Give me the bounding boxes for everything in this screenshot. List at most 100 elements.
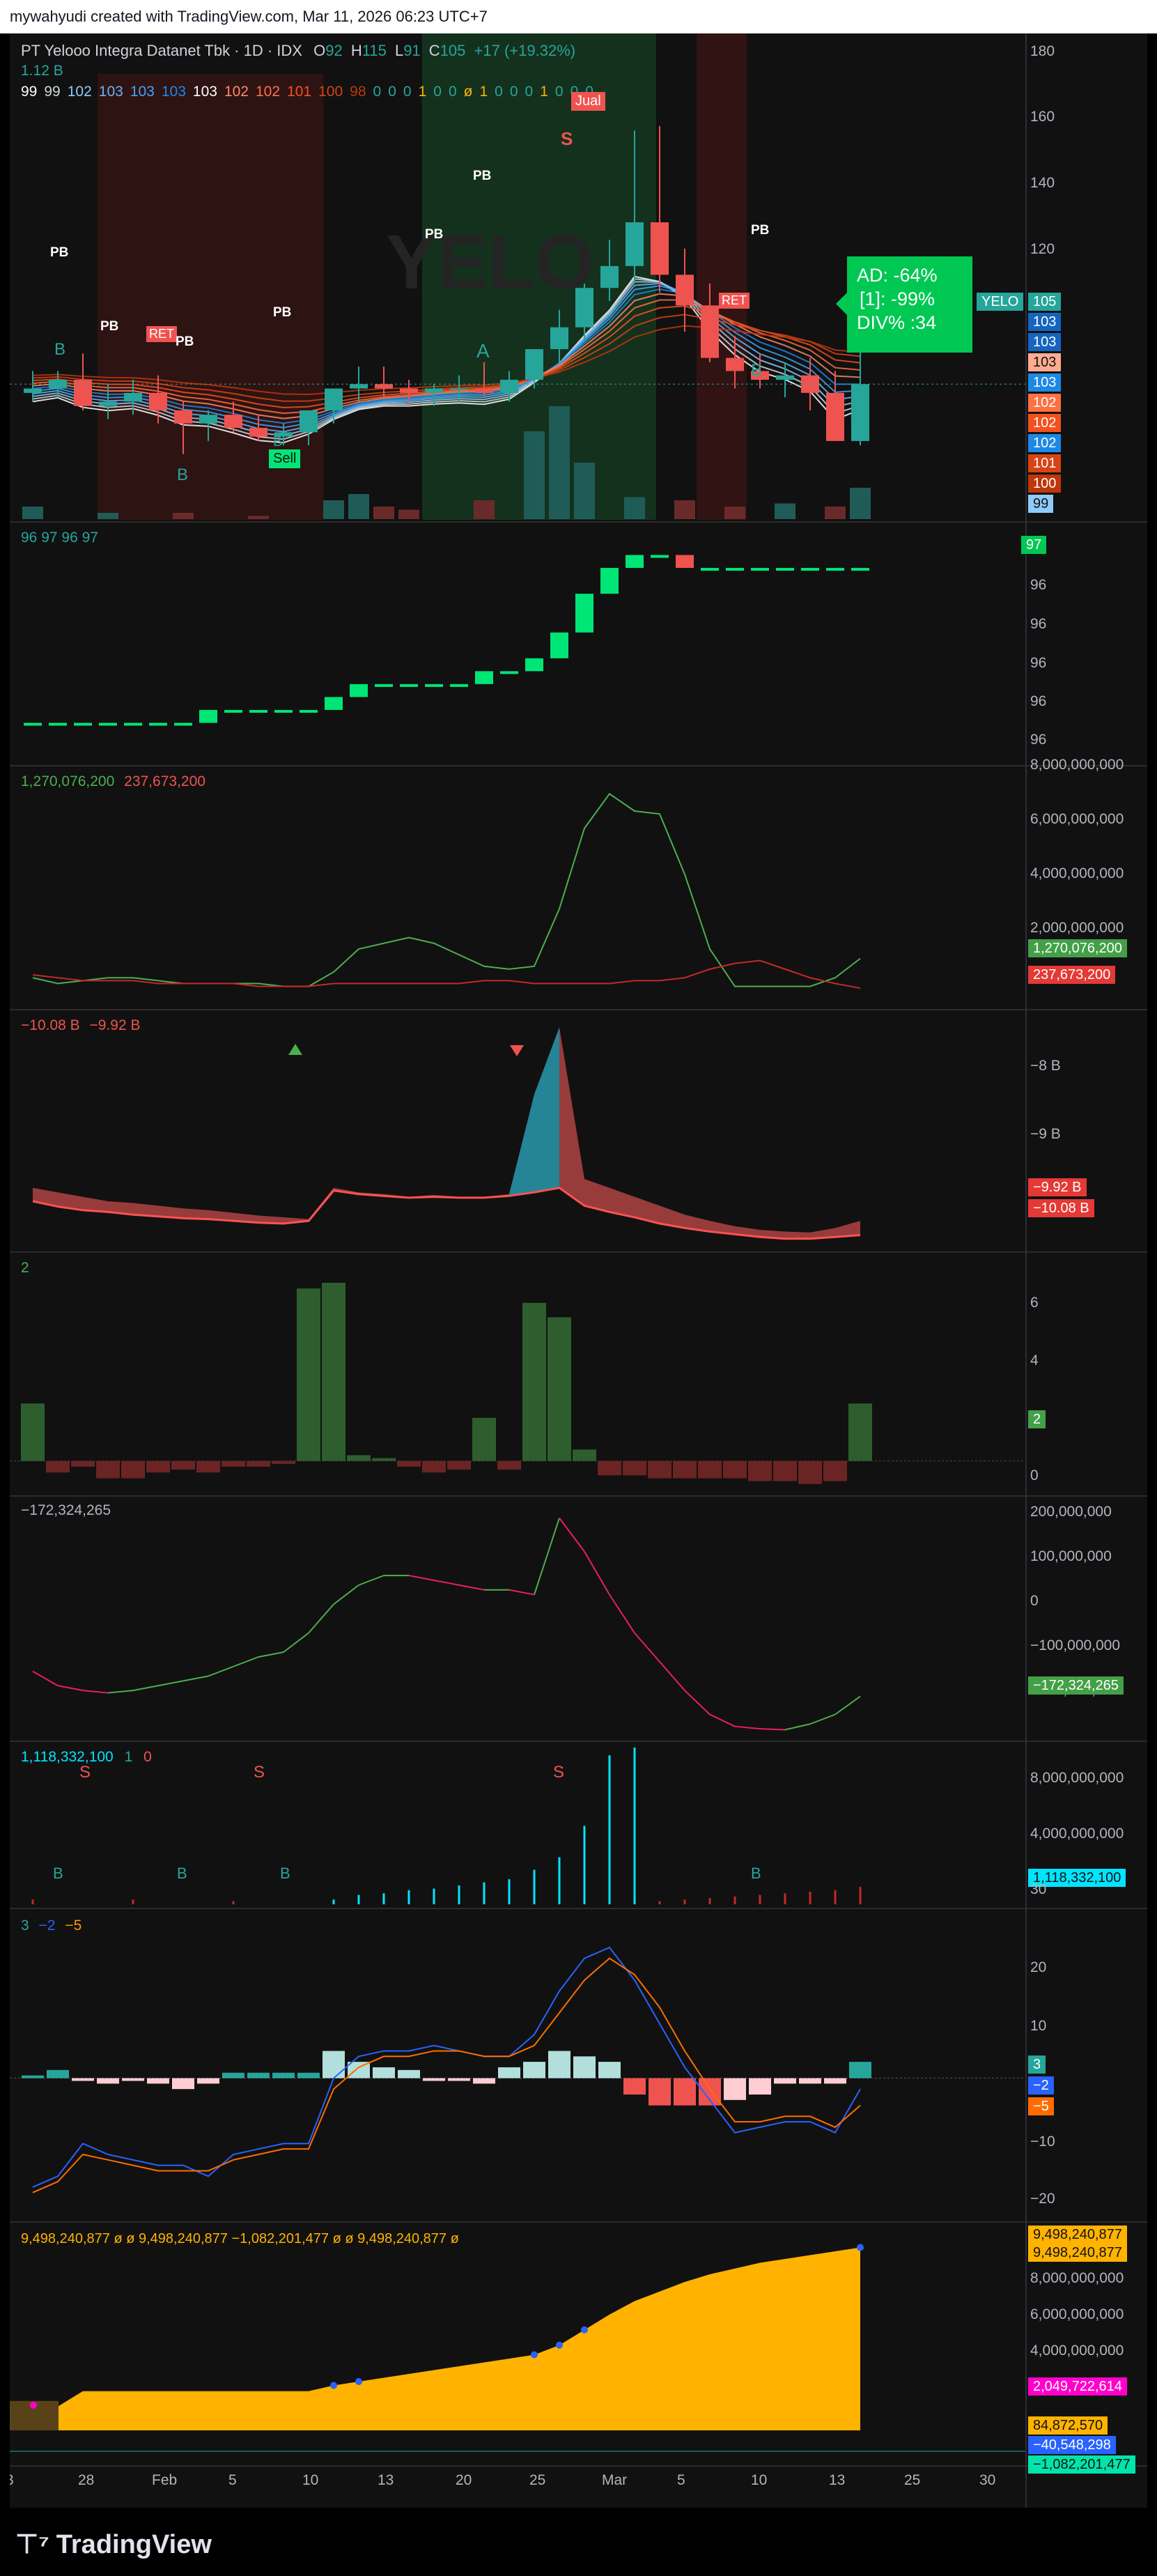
pane5-histogram-bar [548, 1317, 571, 1461]
a-label: A [476, 340, 490, 362]
pane2-step-bar [400, 684, 418, 687]
info-box-pointer [836, 293, 847, 315]
pane3-legend-b: 237,673,200 [124, 773, 205, 789]
pane8-histogram-bar [297, 2072, 320, 2078]
volume-bar [474, 500, 495, 519]
ohlc-change: +17 (+19.32%) [474, 42, 576, 59]
pane8-histogram-bar [72, 2078, 94, 2081]
pane7-axis-label: 8,000,000,000 [1030, 1770, 1124, 1786]
pane6-axis-label: 200,000,000 [1030, 1504, 1112, 1520]
sell-s-label: S [561, 128, 573, 149]
ma-legend-value: 0 [433, 84, 442, 100]
pane2-step-bar [99, 723, 117, 726]
pane2-step-bar [450, 684, 468, 687]
pane8-histogram-bar [97, 2078, 119, 2084]
pane5-histogram-bar [497, 1460, 521, 1470]
candle-body [600, 265, 619, 288]
ma-legend-value: 0 [448, 84, 457, 100]
pane2-step-bar [375, 684, 393, 687]
pane9-marker [581, 2326, 588, 2334]
candle-body [550, 327, 568, 350]
volume-bar [373, 507, 394, 519]
credit-bar: mywahyudi created with TradingView.com, … [0, 0, 1157, 33]
pane8-histogram-bar [498, 2067, 520, 2078]
pane9-axis-label: 4,000,000,000 [1030, 2343, 1124, 2359]
pane8-histogram-bar [523, 2062, 545, 2078]
pane4-legend: −10.08 B −9.92 B [21, 1017, 140, 1034]
pane5-histogram-bar [146, 1460, 170, 1473]
ma-legend-value: 99 [44, 84, 61, 100]
pane6-line-segment [258, 1651, 284, 1658]
pane2-axis-label: 96 [1030, 732, 1047, 748]
symbol-title: PT Yelooo Integra Datanet Tbk · 1D · IDX [21, 42, 302, 59]
chart-svg[interactable] [10, 33, 1147, 2508]
pb-label: PB [751, 223, 770, 238]
pane6-line-segment [333, 1584, 359, 1605]
pane9-legend: 9,498,240,877 ø ø 9,498,240,877 −1,082,2… [21, 2231, 459, 2246]
price-axis-label: 160 [1030, 109, 1055, 125]
pane9-marker [556, 2341, 563, 2349]
ma-legend-value: 0 [403, 84, 412, 100]
pane7-b-label: B [751, 1865, 761, 1882]
pane2-step-bar [425, 684, 443, 687]
candle-body [450, 388, 468, 390]
ohlc-open: 92 [325, 42, 343, 59]
ohlc-high: 115 [362, 42, 387, 59]
pane-separator [10, 1495, 1147, 1497]
pane5-histogram-bar [823, 1460, 847, 1481]
time-axis-label: 28 [78, 2472, 95, 2488]
pane8-histogram-bar [473, 2078, 495, 2084]
ma-legend-value: 102 [256, 84, 281, 100]
pane4-tag-a: −9.92 B [1028, 1178, 1087, 1196]
pane8-histogram-bar [699, 2078, 721, 2106]
ma-legend-value: ø [463, 84, 473, 100]
pane-separator [10, 2465, 1147, 2467]
volume-bar [98, 513, 118, 519]
pane2-step-bar [550, 632, 568, 658]
pane5-histogram-bar [773, 1460, 797, 1481]
pane8-histogram-bar [373, 2067, 395, 2078]
time-axis-label: 5 [677, 2472, 685, 2488]
pane5-histogram-bar [698, 1460, 722, 1479]
pane9-marker [531, 2351, 538, 2359]
pane2-step-bar [676, 555, 694, 569]
pane2-step-bar [851, 568, 869, 571]
pane6-tag: −172,324,265 [1028, 1676, 1124, 1695]
pane2-step-bar [300, 709, 318, 713]
pane8-histogram-bar [448, 2078, 470, 2081]
price-axis-line [1025, 33, 1027, 2508]
ma-legend-value: 0 [509, 84, 518, 100]
sell-box: Sell [269, 449, 301, 468]
volume-bar [173, 513, 194, 519]
pane5-histogram-bar [623, 1460, 646, 1476]
pane6-axis-label: 0 [1030, 1593, 1039, 1609]
pane8-histogram-bar [197, 2078, 219, 2084]
footer: ⊤⁷ TradingView [0, 2508, 1157, 2576]
pane9-marker [330, 2382, 337, 2389]
time-axis-label: 3 [10, 2472, 14, 2489]
chart-area[interactable]: PT Yelooo Integra Datanet Tbk · 1D · IDX… [10, 33, 1147, 2508]
pane2-step-bar [224, 709, 242, 713]
pane8-axis-label: 30 [1030, 1881, 1047, 1897]
pane2-step-bar [249, 709, 267, 713]
pane5-histogram-bar [272, 1460, 295, 1464]
pane8-histogram-bar [674, 2078, 696, 2106]
pane4-axis-label: −9 B [1030, 1126, 1061, 1142]
pane8-legend-a: 3 [21, 1918, 29, 1934]
ma-legend-value: 103 [130, 84, 155, 100]
pane6-axis-label: 100,000,000 [1030, 1548, 1112, 1564]
price-tag: 103 [1028, 353, 1062, 371]
price-tag: 103 [1028, 333, 1062, 351]
pane8-histogram-bar [398, 2069, 420, 2078]
pb-label: PB [100, 319, 119, 334]
pane4-up-arrow [288, 1044, 302, 1055]
candle-body [199, 415, 217, 424]
pane8-histogram-bar [724, 2078, 746, 2100]
pane-separator [10, 765, 1147, 766]
pane5-histogram-bar [848, 1403, 872, 1461]
pane6-line-segment [208, 1665, 234, 1677]
pb-label: PB [473, 169, 492, 183]
pane8-histogram-bar [122, 2078, 144, 2081]
pane6-line-segment [584, 1551, 610, 1596]
pane2-axis-label: 96 [1030, 616, 1047, 632]
